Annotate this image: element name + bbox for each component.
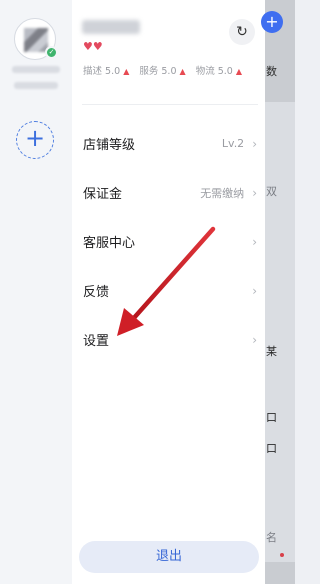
verified-icon: ✓	[45, 46, 58, 59]
chevron-right-icon: ›	[252, 234, 257, 249]
chevron-right-icon: ›	[252, 136, 257, 151]
rating-logistics: 物流 5.0 ▲	[195, 66, 243, 77]
shop-name-redacted	[82, 20, 140, 34]
background-dot	[280, 553, 284, 557]
add-account-button[interactable]: +	[16, 121, 54, 159]
background-text: 口	[266, 411, 277, 424]
deposit-value: 无需缴纳	[200, 186, 245, 200]
account-name-redacted	[12, 66, 60, 73]
chevron-right-icon: ›	[252, 283, 257, 298]
background-text: 双	[266, 185, 277, 198]
background-card	[265, 102, 295, 562]
menu-item-settings[interactable]: 设置 ›	[72, 315, 265, 364]
settings-menu: 店铺等级 Lv.2 › 保证金 无需缴纳 › 客服中心 › 反馈 › 设置 ›	[72, 119, 265, 364]
shop-hearts: ♥♥	[83, 40, 103, 53]
rating-up-icon: ▲	[123, 67, 130, 76]
background-text: 名	[266, 531, 277, 544]
background-add-icon: +	[261, 11, 283, 33]
menu-item-shop-level[interactable]: 店铺等级 Lv.2 ›	[72, 119, 265, 168]
rating-up-icon: ▲	[179, 67, 186, 76]
shop-ratings: 描述 5.0 ▲ 服务 5.0 ▲ 物流 5.0 ▲	[83, 63, 261, 77]
menu-item-customer-service[interactable]: 客服中心 ›	[72, 217, 265, 266]
rating-description: 描述 5.0 ▲	[83, 66, 130, 77]
menu-item-deposit[interactable]: 保证金 无需缴纳 ›	[72, 168, 265, 217]
shop-level-value: Lv.2	[221, 137, 245, 150]
logout-button[interactable]: 退出	[79, 541, 259, 573]
shop-menu-panel: ↻ ♥♥ 描述 5.0 ▲ 服务 5.0 ▲ 物流 5.0 ▲ 店铺等级 Lv.…	[72, 0, 265, 584]
background-text: 数	[266, 65, 277, 78]
refresh-icon[interactable]: ↻	[229, 19, 255, 45]
chevron-right-icon: ›	[252, 332, 257, 347]
rating-up-icon: ▲	[235, 67, 243, 76]
account-rail: ✓ +	[0, 0, 72, 584]
avatar-image	[24, 28, 48, 52]
current-account[interactable]: ✓	[14, 18, 58, 60]
background-text: 口	[266, 442, 277, 455]
rating-service: 服务 5.0 ▲	[139, 66, 186, 77]
divider	[82, 104, 258, 105]
background-text: 某	[266, 345, 277, 358]
menu-item-feedback[interactable]: 反馈 ›	[72, 266, 265, 315]
background-page-overlay[interactable]	[265, 0, 295, 584]
chevron-right-icon: ›	[252, 185, 257, 200]
account-id-redacted	[14, 82, 58, 89]
